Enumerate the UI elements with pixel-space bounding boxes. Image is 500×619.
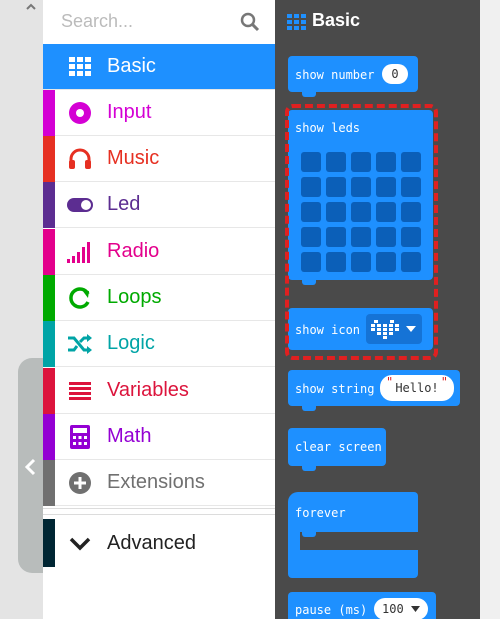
workspace-edge <box>480 0 500 619</box>
loop-arrow-icon <box>69 287 90 309</box>
search-input[interactable]: Search... <box>61 11 133 32</box>
plus-circle-icon <box>69 472 91 494</box>
category-radio[interactable]: Radio <box>43 229 275 275</box>
category-color-bar <box>43 275 55 321</box>
quote-mark-open: " <box>386 375 394 389</box>
category-label: Radio <box>107 240 160 262</box>
string-input[interactable]: " Hello! " <box>380 375 454 401</box>
dropdown-arrow-icon <box>411 606 420 612</box>
target-icon <box>69 102 91 124</box>
block-label: pause (ms) <box>295 603 368 617</box>
search-box[interactable]: Search... <box>43 0 275 44</box>
category-led[interactable]: Led <box>43 182 275 228</box>
block-notch <box>302 92 316 97</box>
category-extensions[interactable]: Extensions <box>43 460 275 506</box>
category-variables[interactable]: Variables <box>43 368 275 414</box>
quote-mark-close: " <box>440 375 448 389</box>
category-color-bar <box>43 519 55 567</box>
grid-icon <box>287 14 306 30</box>
category-label: Input <box>107 101 152 123</box>
makecode-editor: Search... Basic Input Music Led Radio Lo… <box>0 0 500 619</box>
category-label: Extensions <box>107 471 205 493</box>
category-math[interactable]: Math <box>43 414 275 460</box>
block-notch <box>302 406 316 411</box>
search-icon[interactable] <box>239 11 261 33</box>
block-label: show number <box>295 68 375 82</box>
category-input[interactable]: Input <box>43 90 275 136</box>
category-color-bar <box>43 368 55 414</box>
grid-icon <box>69 57 91 76</box>
category-basic[interactable]: Basic <box>43 44 275 90</box>
category-label: Basic <box>107 55 156 77</box>
flyout-title: Basic <box>312 10 361 30</box>
toggle-icon <box>67 198 93 212</box>
category-label: Math <box>107 425 152 447</box>
category-color-bar <box>43 90 55 136</box>
category-color-bar <box>43 182 55 228</box>
category-label: Loops <box>107 286 162 308</box>
shuffle-icon <box>68 334 92 354</box>
calculator-icon <box>70 425 90 449</box>
category-music[interactable]: Music <box>43 136 275 182</box>
scroll-up-icon[interactable] <box>24 0 38 14</box>
category-label: Music <box>107 147 160 169</box>
chevron-down-icon <box>69 537 91 551</box>
forever-block-arm <box>288 532 300 550</box>
show-number-block[interactable]: show number 0 <box>288 56 418 97</box>
block-label: show string <box>295 382 375 396</box>
block-label: clear screen <box>295 440 382 454</box>
collapse-toolbox-button[interactable] <box>18 358 46 573</box>
category-label: Advanced <box>107 532 196 554</box>
chevron-left-icon <box>24 458 36 476</box>
block-notch <box>302 466 316 471</box>
category-color-bar <box>43 460 55 506</box>
category-color-bar <box>43 414 55 460</box>
category-color-bar <box>43 136 55 182</box>
duration-value: 100 <box>382 602 404 616</box>
show-string-block[interactable]: show string " Hello! " <box>288 370 460 411</box>
forever-block[interactable]: forever <box>288 492 418 532</box>
pause-block[interactable]: pause (ms) 100 <box>288 592 436 619</box>
signal-bars-icon <box>67 242 90 263</box>
highlight-box <box>285 104 438 360</box>
category-advanced[interactable]: Advanced <box>43 519 275 567</box>
category-label: Led <box>107 193 141 215</box>
list-lines-icon <box>69 382 91 400</box>
headphones-icon <box>69 148 91 169</box>
string-value: Hello! <box>395 381 439 395</box>
category-logic[interactable]: Logic <box>43 321 275 367</box>
block-notch <box>302 532 316 537</box>
block-label: forever <box>295 506 346 520</box>
category-label: Variables <box>107 379 189 401</box>
category-label: Logic <box>107 332 155 354</box>
duration-dropdown[interactable]: 100 <box>374 598 428 619</box>
left-gutter <box>0 0 46 619</box>
number-input[interactable]: 0 <box>382 64 408 84</box>
toolbox: Search... Basic Input Music Led Radio Lo… <box>43 0 275 619</box>
clear-screen-block[interactable]: clear screen <box>288 428 386 471</box>
category-color-bar <box>43 321 55 367</box>
forever-block-footer <box>288 550 418 578</box>
category-loops[interactable]: Loops <box>43 275 275 321</box>
divider <box>43 514 275 515</box>
category-color-bar <box>43 229 55 275</box>
divider <box>43 508 275 509</box>
